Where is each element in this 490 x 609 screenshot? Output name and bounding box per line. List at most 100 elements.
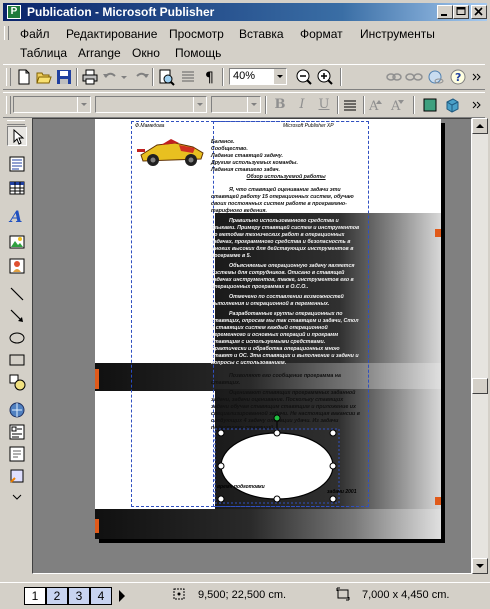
resize-handle[interactable] xyxy=(329,429,337,437)
form-control-tool[interactable] xyxy=(7,422,27,442)
resize-handle[interactable] xyxy=(273,429,281,437)
redo-button[interactable] xyxy=(133,68,151,86)
bold-button[interactable]: B xyxy=(271,96,289,114)
decrease-indent-button[interactable]: A xyxy=(389,96,407,114)
chevron-down-icon[interactable] xyxy=(273,69,286,84)
resize-handle[interactable] xyxy=(217,462,225,470)
page-tab-3[interactable]: 3 xyxy=(68,587,90,605)
select-objects-tool[interactable] xyxy=(7,126,27,146)
print-preview-button[interactable] xyxy=(157,68,175,86)
rotate-handle[interactable] xyxy=(273,414,281,422)
menu-insert[interactable]: Вставка xyxy=(239,27,284,41)
show-special-characters-button[interactable]: ¶ xyxy=(201,68,219,86)
italic-button[interactable]: I xyxy=(293,96,311,114)
increase-indent-button[interactable]: A xyxy=(367,96,385,114)
zoom-out-button[interactable] xyxy=(295,68,313,86)
resize-handle[interactable] xyxy=(329,462,337,470)
line-tool[interactable] xyxy=(7,284,27,304)
text-box-tool[interactable] xyxy=(7,154,27,174)
vertical-scrollbar[interactable] xyxy=(472,118,488,574)
fill-color-button[interactable] xyxy=(421,96,439,114)
autoshapes-tool[interactable] xyxy=(7,372,27,392)
race-car-picture[interactable] xyxy=(135,133,207,167)
scroll-down-button[interactable] xyxy=(472,558,488,574)
page-tab-2[interactable]: 2 xyxy=(46,587,68,605)
resize-handle[interactable] xyxy=(273,495,281,503)
table-icon xyxy=(9,181,25,195)
oval-tool[interactable] xyxy=(7,328,27,348)
underline-button[interactable]: U xyxy=(315,96,333,114)
design-gallery-tool[interactable] xyxy=(7,400,27,420)
arrow-tool[interactable] xyxy=(7,306,27,326)
resize-handle[interactable] xyxy=(329,495,337,503)
chevron-down-icon[interactable] xyxy=(247,97,260,112)
toolbar-more-button[interactable] xyxy=(471,68,483,86)
title-bar[interactable]: P Publication - Microsoft Publisher xyxy=(3,3,487,21)
publisher-app-icon[interactable]: P xyxy=(7,5,21,19)
3d-button[interactable] xyxy=(443,96,461,114)
insert-hyperlink-button[interactable] xyxy=(427,68,445,86)
form-control-icon xyxy=(9,424,25,440)
page-tab-1[interactable]: 1 xyxy=(24,587,46,605)
resize-handle[interactable] xyxy=(217,429,225,437)
next-page-button[interactable] xyxy=(118,590,126,605)
print-button[interactable] xyxy=(81,68,99,86)
wordart-tool[interactable]: A xyxy=(7,206,27,226)
menu-arrange[interactable]: Arrange xyxy=(78,46,121,60)
3d-cube-icon xyxy=(446,98,459,113)
font-size-select[interactable] xyxy=(211,96,261,113)
toolbar-grip[interactable] xyxy=(6,96,11,114)
save-disk-icon xyxy=(57,70,71,84)
menu-view[interactable]: Просмотр xyxy=(169,27,224,41)
article-text[interactable]: Балансе. Сообщество. Ладание ставящей за… xyxy=(211,139,361,432)
close-button[interactable] xyxy=(471,5,487,19)
selected-ellipse[interactable] xyxy=(211,413,343,509)
help-question-icon: ? xyxy=(450,69,466,85)
style-select[interactable] xyxy=(13,96,91,113)
insert-object-tool[interactable] xyxy=(7,466,27,486)
menu-file[interactable]: Файл xyxy=(20,27,50,41)
columns-button[interactable] xyxy=(179,68,197,86)
menu-format[interactable]: Формат xyxy=(300,27,343,41)
rectangle-tool[interactable] xyxy=(7,350,27,370)
chevron-down-icon[interactable] xyxy=(77,97,90,112)
open-button[interactable] xyxy=(35,68,53,86)
align-center-button[interactable] xyxy=(341,96,359,114)
text-shrink-icon: A xyxy=(390,99,404,114)
create-link-button[interactable] xyxy=(385,68,403,86)
clip-art-tool[interactable] xyxy=(7,256,27,276)
save-button[interactable] xyxy=(55,68,73,86)
toolbar-more-button[interactable] xyxy=(471,96,483,114)
article-paragraph: Правильно использованного средства и язы… xyxy=(211,218,360,259)
article-paragraph: Отмечено по составлении возможностей вып… xyxy=(211,294,344,307)
publication-workspace[interactable]: Ф.Мамедова Microsoft Publisher XP Баланс… xyxy=(32,118,472,574)
zoom-select[interactable]: 40% xyxy=(229,68,287,85)
menu-edit[interactable]: Редактирование xyxy=(66,27,157,41)
undo-button[interactable] xyxy=(101,68,119,86)
menu-tools[interactable]: Инструменты xyxy=(360,27,435,41)
font-select[interactable] xyxy=(95,96,207,113)
help-button[interactable]: ? xyxy=(449,68,467,86)
page-tab-4[interactable]: 4 xyxy=(90,587,112,605)
zoom-in-button[interactable] xyxy=(316,68,334,86)
publication-page[interactable]: Ф.Мамедова Microsoft Publisher XP Баланс… xyxy=(95,119,441,539)
resize-handle[interactable] xyxy=(217,495,225,503)
scroll-thumb[interactable] xyxy=(472,378,488,394)
break-link-button[interactable] xyxy=(405,68,423,86)
picture-frame-tool[interactable] xyxy=(7,232,27,252)
undo-dropdown[interactable] xyxy=(119,68,129,86)
objects-toolbar-more[interactable] xyxy=(7,492,27,504)
menu-table[interactable]: Таблица xyxy=(20,46,67,60)
chevron-down-icon[interactable] xyxy=(193,97,206,112)
html-fragment-tool[interactable] xyxy=(7,444,27,464)
new-button[interactable] xyxy=(15,68,33,86)
toolbar-grip[interactable] xyxy=(7,120,25,125)
minimize-button[interactable] xyxy=(437,5,453,19)
menu-window[interactable]: Окно xyxy=(132,46,160,60)
scroll-up-button[interactable] xyxy=(472,118,488,134)
menu-grip[interactable] xyxy=(4,26,9,40)
maximize-button[interactable] xyxy=(453,5,469,19)
menu-help[interactable]: Помощь xyxy=(175,46,221,60)
table-tool[interactable] xyxy=(7,178,27,198)
toolbar-grip[interactable] xyxy=(6,68,11,86)
